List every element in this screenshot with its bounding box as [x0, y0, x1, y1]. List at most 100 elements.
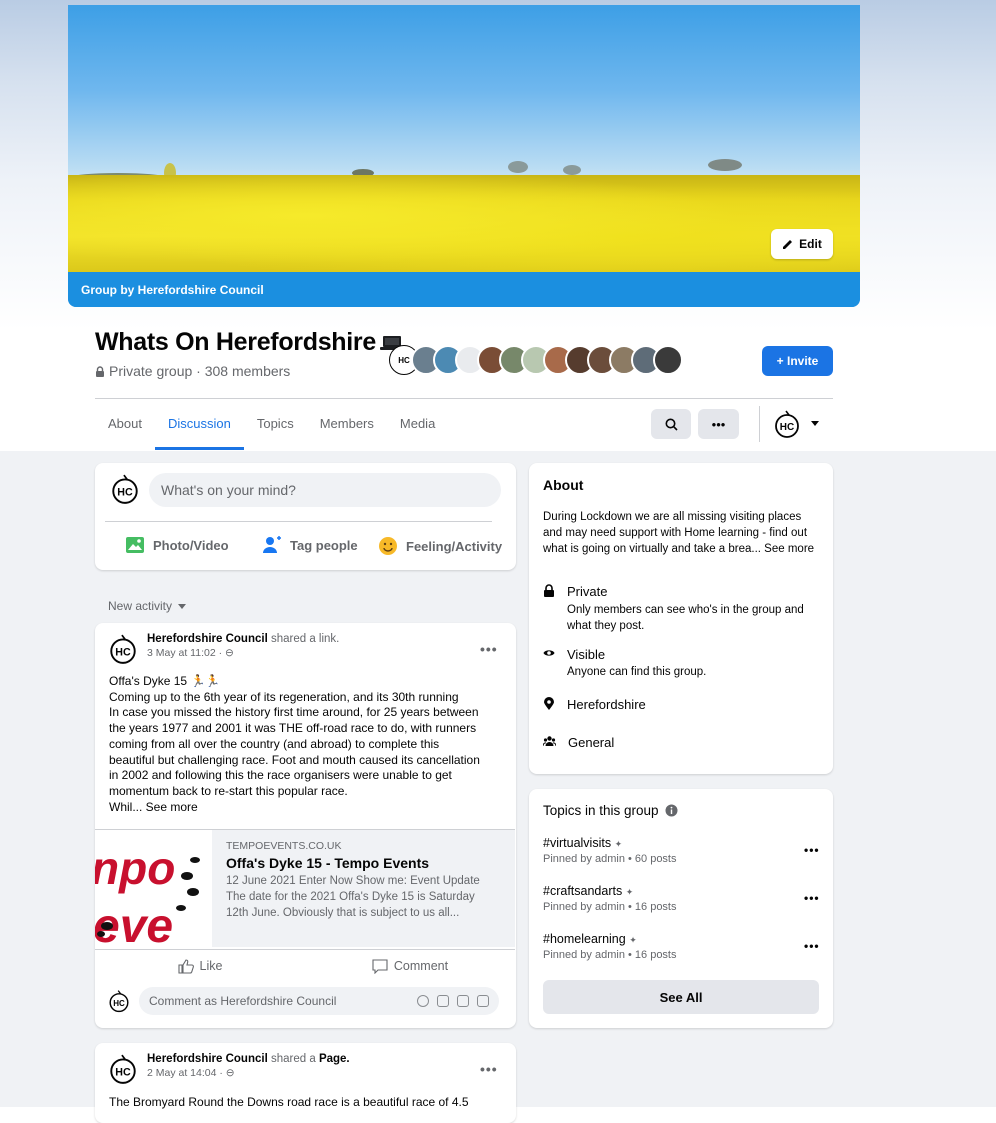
post-header: HC Herefordshire Council shared a link. …	[107, 633, 339, 665]
link-description-line: 12 June 2021 Enter Now Show me: Event Up…	[226, 875, 480, 887]
comment-icon	[372, 958, 388, 974]
group-title: Whats On Herefordshire	[95, 328, 404, 357]
camera-icon[interactable]	[437, 995, 449, 1007]
smiley-icon	[379, 537, 397, 555]
see-more-link[interactable]: Whil... See more	[109, 800, 509, 816]
post-options-button[interactable]: •••	[480, 1061, 498, 1077]
photo-video-button[interactable]: Photo/Video	[125, 536, 229, 554]
post-action: shared a link.	[267, 633, 340, 645]
topic-name-text: #virtualvisits	[543, 836, 612, 850]
privacy-label: Private	[567, 584, 608, 599]
member-avatars[interactable]: HC	[389, 345, 683, 375]
post-body-line: coming from all over the country (and ab…	[109, 736, 440, 751]
feeling-activity-label: Feeling/Activity	[406, 538, 503, 554]
search-icon	[665, 418, 678, 431]
account-menu-caret-icon[interactable]	[811, 421, 819, 426]
topic-name: #virtualvisits ✦	[543, 836, 677, 850]
link-description-line: The date for the 2021 Offa's Dyke 15 is …	[226, 891, 475, 903]
hc-logo-text: HC	[780, 422, 794, 433]
avatar[interactable]: HC	[107, 633, 139, 665]
post-body-line: in 2002 and following this the race orga…	[109, 768, 452, 783]
hc-logo-icon[interactable]: HC	[772, 410, 802, 438]
post-body-line: Offa's Dyke 15 🏃🏃	[109, 674, 221, 688]
chevron-down-icon	[178, 603, 187, 609]
like-button[interactable]: Like	[95, 950, 305, 982]
post-action-object[interactable]: Page.	[319, 1053, 350, 1065]
see-all-topics-button[interactable]: See All	[543, 980, 819, 1014]
feeling-activity-button[interactable]: Feeling/Activity	[378, 536, 502, 556]
post-body-line: beautiful but challenging race. Foot and…	[109, 752, 480, 767]
gif-icon[interactable]	[457, 995, 469, 1007]
category-row[interactable]: General	[543, 735, 614, 750]
about-title: About	[543, 477, 584, 493]
link-description: 12 June 2021 Enter Now Show me: Event Up…	[226, 873, 506, 921]
topic-options-button[interactable]: •••	[804, 939, 820, 953]
link-domain: TEMPOEVENTS.CO.UK	[226, 840, 342, 852]
topics-card: Topics in this group #virtualvisits ✦ Pi…	[529, 789, 833, 1028]
post-timestamp[interactable]: 3 May at 11:02 · ⊖	[147, 647, 339, 659]
avatar: HC	[112, 474, 138, 504]
post-options-button[interactable]: •••	[480, 641, 498, 657]
group-meta: Private group · 308 members	[95, 363, 290, 379]
edit-cover-button[interactable]: Edit	[771, 229, 833, 259]
hc-logo-text: HC	[115, 646, 131, 658]
header-divider	[95, 398, 833, 399]
post-author-line: Herefordshire Council shared a Page.	[147, 1053, 350, 1065]
post-timestamp[interactable]: 2 May at 14:04 · ⊖	[147, 1067, 350, 1079]
tab-media[interactable]: Media	[387, 400, 448, 450]
location-pin-icon	[544, 697, 554, 710]
visibility-sub: Anyone can find this group.	[567, 666, 707, 678]
more-options-button[interactable]: •••	[698, 409, 739, 439]
post-author-name[interactable]: Herefordshire Council	[147, 633, 268, 645]
svg-text:npo: npo	[95, 842, 175, 894]
topic-item[interactable]: #homelearning ✦ Pinned by admin • 16 pos…	[543, 932, 677, 961]
topic-item[interactable]: #craftsandarts ✦ Pinned by admin • 16 po…	[543, 884, 677, 913]
link-title: Offa's Dyke 15 - Tempo Events	[226, 855, 430, 871]
search-group-button[interactable]	[651, 409, 691, 439]
comment-placeholder: Comment as Herefordshire Council	[149, 994, 337, 1008]
emoji-icon[interactable]	[417, 995, 429, 1007]
info-icon[interactable]	[665, 804, 678, 817]
group-meta-text: Private group · 308 members	[109, 363, 291, 379]
comment-button[interactable]: Comment	[305, 950, 515, 982]
post-author-name[interactable]: Herefordshire Council	[147, 1053, 268, 1065]
tab-topics[interactable]: Topics	[244, 400, 307, 450]
group-owner-banner[interactable]: Group by Herefordshire Council	[68, 272, 860, 307]
privacy-row: Private Only members can see who's in th…	[543, 584, 812, 634]
link-preview[interactable]: npo eve TEMPOEVENTS.CO.UK Offa's Dyke 15…	[95, 829, 515, 947]
tag-people-button[interactable]: Tag people	[262, 536, 358, 554]
link-thumbnail: npo eve	[95, 830, 212, 947]
feed-post: HC Herefordshire Council shared a Page. …	[95, 1043, 516, 1123]
feed-post: HC Herefordshire Council shared a link. …	[95, 623, 516, 1028]
pin-icon: ✦	[614, 839, 623, 849]
pin-icon: ✦	[625, 887, 634, 897]
invite-button[interactable]: + Invite	[762, 346, 833, 376]
group-tabs: About Discussion Topics Members Media	[95, 400, 448, 450]
avatar[interactable]: HC	[107, 1053, 139, 1085]
cover-field	[68, 175, 860, 277]
tab-discussion[interactable]: Discussion	[154, 400, 244, 450]
topic-item[interactable]: #virtualvisits ✦ Pinned by admin • 60 po…	[543, 836, 677, 865]
tempo-logo-image: npo eve	[95, 842, 200, 947]
group-owner-label: Group by Herefordshire Council	[81, 282, 264, 297]
see-all-label: See All	[659, 989, 703, 1005]
category-label: General	[568, 735, 615, 750]
composer-input[interactable]: What's on your mind?	[149, 473, 501, 507]
feed-sort-dropdown[interactable]: New activity	[108, 599, 187, 613]
tab-members[interactable]: Members	[307, 400, 387, 450]
tab-about[interactable]: About	[95, 400, 155, 450]
group-title-text: Whats On Herefordshire	[95, 328, 376, 356]
topic-options-button[interactable]: •••	[804, 891, 820, 905]
invite-label: + Invite	[776, 354, 819, 368]
post-header: HC Herefordshire Council shared a Page. …	[107, 1053, 350, 1085]
sticker-icon[interactable]	[477, 995, 489, 1007]
topic-name-text: #craftsandarts	[543, 884, 623, 898]
comment-input[interactable]: Comment as Herefordshire Council	[139, 987, 499, 1015]
lock-icon	[544, 584, 554, 597]
topic-name: #craftsandarts ✦	[543, 884, 677, 898]
globe-icon: ⊖	[225, 1067, 235, 1079]
location-row[interactable]: Herefordshire	[543, 697, 646, 712]
topic-options-button[interactable]: •••	[804, 843, 820, 857]
member-avatar[interactable]	[653, 345, 683, 375]
post-body: Offa's Dyke 15 🏃🏃 Coming up to the 6th y…	[109, 674, 509, 815]
